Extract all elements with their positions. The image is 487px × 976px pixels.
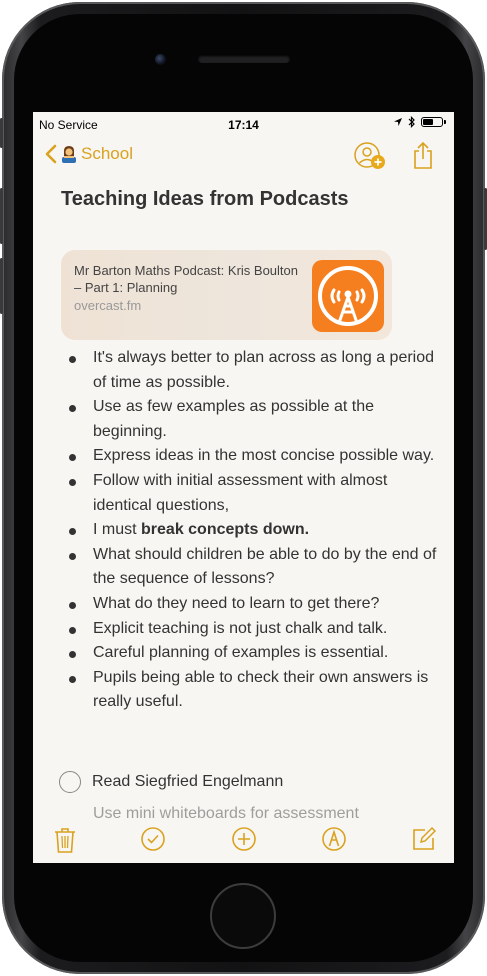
list-item: What do they need to learn to get there? — [69, 592, 443, 617]
delete-button[interactable] — [53, 826, 77, 859]
teacher-emoji-icon — [62, 146, 76, 163]
battery-level — [423, 119, 433, 125]
list-item: Use as few examples as possible at the b… — [69, 395, 443, 444]
note-title[interactable]: Teaching Ideas from Podcasts — [61, 188, 349, 211]
share-button[interactable] — [412, 141, 434, 175]
back-button[interactable]: School — [45, 144, 133, 164]
volume-down-button — [0, 258, 3, 314]
checkbox-circle[interactable] — [59, 771, 81, 793]
checklist-item-label: Read Siegfried Engelmann — [92, 773, 284, 790]
collaborate-button[interactable] — [354, 142, 388, 177]
list-item: It's always better to plan across as lon… — [69, 346, 443, 395]
trash-icon — [55, 828, 75, 853]
compose-icon — [413, 826, 437, 850]
back-label: School — [81, 144, 133, 163]
checklist-item: Read Siegfried Engelmann — [59, 771, 283, 793]
markup-button[interactable] — [321, 826, 347, 857]
bullet-list[interactable]: It's always better to plan across as lon… — [69, 346, 443, 715]
markup-icon — [322, 827, 346, 851]
link-title: Mr Barton Maths Podcast: Kris Boulton – … — [74, 263, 298, 295]
battery-icon — [421, 117, 443, 127]
bluetooth-icon — [408, 116, 415, 128]
list-item: I must break concepts down. — [69, 518, 443, 543]
checklist-icon — [141, 827, 165, 851]
list-item: Follow with initial assessment with almo… — [69, 469, 443, 518]
overcast-thumbnail — [312, 260, 384, 332]
battery-tip — [444, 120, 446, 124]
earpiece-speaker — [198, 55, 290, 63]
mute-switch — [0, 118, 3, 148]
list-item: Express ideas in the most concise possib… — [69, 444, 443, 469]
chevron-left-icon — [45, 144, 57, 164]
bold-phrase: break concepts down. — [141, 521, 310, 539]
add-icon — [232, 827, 256, 851]
add-button[interactable] — [231, 826, 257, 857]
overcast-icon — [318, 266, 378, 326]
bottom-toolbar — [33, 818, 454, 863]
navigation-bar: School — [33, 136, 454, 180]
add-person-icon — [354, 142, 385, 169]
location-arrow-icon — [394, 118, 402, 126]
checklist-button[interactable] — [140, 826, 166, 857]
front-camera — [155, 54, 166, 65]
list-item: What should children be able to do by th… — [69, 543, 443, 592]
link-preview-card[interactable]: Mr Barton Maths Podcast: Kris Boulton – … — [61, 250, 392, 340]
list-item: Careful planning of examples is essentia… — [69, 641, 443, 666]
list-item: Pupils being able to check their own ans… — [69, 666, 443, 715]
share-icon — [414, 141, 432, 169]
compose-button[interactable] — [411, 826, 437, 857]
link-domain: overcast.fm — [74, 298, 142, 313]
status-bar: No Service 17:14 — [33, 112, 454, 136]
list-item-text: I must — [93, 521, 142, 539]
list-item: Explicit teaching is not just chalk and … — [69, 617, 443, 642]
status-icons — [393, 116, 446, 128]
volume-up-button — [0, 188, 3, 244]
notes-screen: No Service 17:14 School Teaching Ideas f… — [33, 112, 454, 863]
status-time: 17:14 — [228, 118, 259, 132]
home-button[interactable] — [210, 883, 276, 949]
